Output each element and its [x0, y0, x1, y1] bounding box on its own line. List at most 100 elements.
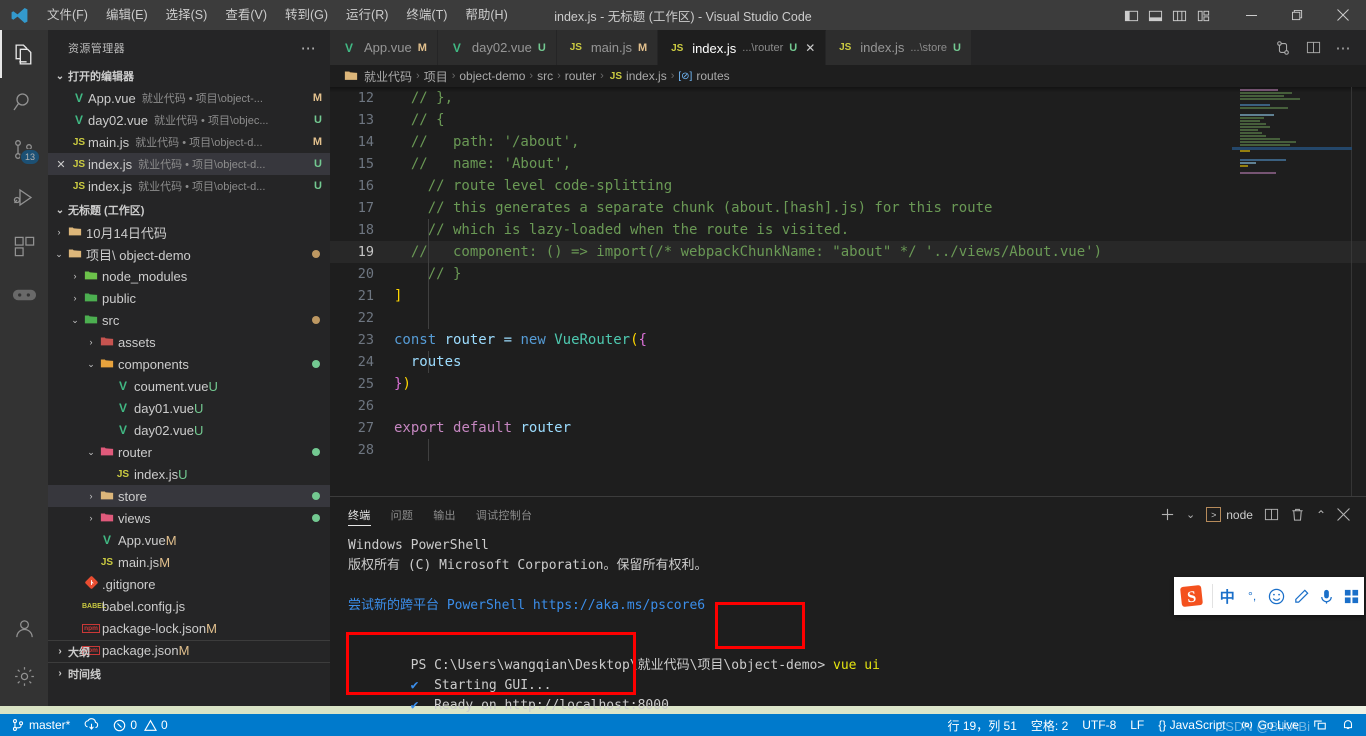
activity-source-control[interactable]: 13: [0, 126, 48, 174]
tree-item[interactable]: › 10月14日代码: [48, 221, 330, 243]
activity-extensions[interactable]: [0, 222, 48, 270]
tree-item[interactable]: .gitignore: [48, 573, 330, 595]
new-terminal-button[interactable]: [1156, 497, 1179, 532]
breadcrumb-item-0[interactable]: 就业代码: [364, 68, 412, 85]
menu-go[interactable]: 转到(G): [276, 0, 337, 30]
kill-terminal-trash-icon[interactable]: [1286, 497, 1309, 532]
tree-item[interactable]: ⌄ src: [48, 309, 330, 331]
customize-layout-icon[interactable]: [1192, 0, 1214, 30]
breadcrumb-item-1[interactable]: 项目: [424, 68, 448, 85]
status-cursor-position[interactable]: 行 19，列 51: [941, 714, 1024, 736]
open-editor-item[interactable]: JS index.js 就业代码 • 项目\object-d... U: [48, 175, 330, 197]
minimap[interactable]: [1232, 87, 1352, 498]
close-panel-icon[interactable]: [1333, 497, 1354, 532]
tree-item[interactable]: › public: [48, 287, 330, 309]
menu-view[interactable]: 查看(V): [216, 0, 276, 30]
tree-item[interactable]: › views: [48, 507, 330, 529]
status-problems[interactable]: 0 0: [106, 714, 174, 736]
editor-tab[interactable]: JS main.js M: [556, 30, 659, 65]
tree-item[interactable]: JS index.js U: [48, 463, 330, 485]
breadcrumb-symbol[interactable]: routes: [696, 69, 729, 83]
open-editor-item[interactable]: Vday02.vue 就业代码 • 项目\objec... U: [48, 109, 330, 131]
run-code-icon[interactable]: [1270, 30, 1296, 65]
tab-output[interactable]: 输出: [433, 497, 456, 532]
tree-item[interactable]: › assets: [48, 331, 330, 353]
ime-handwriting-pen-icon[interactable]: [1289, 577, 1314, 615]
open-editor-item[interactable]: ✕ JS index.js 就业代码 • 项目\object-d... U: [48, 153, 330, 175]
menu-file[interactable]: 文件(F): [38, 0, 97, 30]
tree-item[interactable]: npm package-lock.json M: [48, 617, 330, 639]
activity-accounts[interactable]: [0, 604, 48, 652]
editor-tab[interactable]: JS index.js ...\router U ✕: [658, 30, 827, 65]
status-sync-icon[interactable]: [77, 714, 106, 736]
activity-game[interactable]: [0, 270, 48, 318]
tab-terminal[interactable]: 终端: [348, 497, 371, 532]
menu-terminal[interactable]: 终端(T): [397, 0, 456, 30]
ime-toolbox-grid-icon[interactable]: [1339, 577, 1364, 615]
tree-item[interactable]: Vday01.vue U: [48, 397, 330, 419]
activity-settings-gear-icon[interactable]: [0, 652, 48, 700]
terminal-body[interactable]: Windows PowerShell 版权所有 (C) Microsoft Co…: [330, 532, 1366, 732]
editor-tab[interactable]: JS index.js ...\store U: [826, 30, 972, 65]
editor-tab[interactable]: V App.vue M: [330, 30, 438, 65]
menu-selection[interactable]: 选择(S): [157, 0, 217, 30]
sidebar-more-icon[interactable]: ⋯: [301, 39, 316, 57]
tab-debug-console[interactable]: 调试控制台: [476, 497, 533, 532]
editor-tab[interactable]: Vday02.vue U: [437, 30, 557, 65]
status-indentation[interactable]: 空格: 2: [1024, 714, 1075, 736]
tree-item[interactable]: BABEL babel.config.js: [48, 595, 330, 617]
sogou-ime-toolbar[interactable]: S 中 °,: [1174, 577, 1364, 615]
status-branch[interactable]: master*: [4, 714, 77, 736]
tree-item[interactable]: ⌄ router: [48, 441, 330, 463]
section-outline[interactable]: › 大纲: [48, 640, 330, 662]
tree-item[interactable]: Vday02.vue U: [48, 419, 330, 441]
terminal-selector[interactable]: > node: [1202, 507, 1257, 522]
activity-run-debug[interactable]: [0, 174, 48, 222]
new-terminal-dropdown-icon[interactable]: ⌄: [1182, 497, 1199, 532]
tree-item[interactable]: JS main.js M: [48, 551, 330, 573]
menu-run[interactable]: 运行(R): [337, 0, 397, 30]
menu-edit[interactable]: 编辑(E): [97, 0, 157, 30]
status-eol[interactable]: LF: [1123, 714, 1151, 736]
breadcrumb-item-2[interactable]: object-demo: [459, 69, 525, 83]
breadcrumb-item-5[interactable]: index.js: [626, 69, 667, 83]
ime-punctuation-button[interactable]: °,: [1240, 577, 1265, 615]
window-close-button[interactable]: [1320, 0, 1366, 30]
ime-voice-mic-icon[interactable]: [1314, 577, 1339, 615]
breadcrumb-item-3[interactable]: src: [537, 69, 553, 83]
close-icon[interactable]: ✕: [805, 41, 815, 55]
sogou-logo-icon[interactable]: S: [1174, 577, 1210, 615]
code-editor[interactable]: 12 // }, 13 // {14 // path: '/about', 15 /…: [330, 87, 1366, 498]
open-editor-item[interactable]: JS main.js 就业代码 • 项目\object-d... M: [48, 131, 330, 153]
ime-emoji-smiley-icon[interactable]: [1265, 577, 1290, 615]
tree-item[interactable]: V App.vue M: [48, 529, 330, 551]
section-open-editors[interactable]: ⌄ 打开的编辑器: [48, 65, 330, 87]
tree-item[interactable]: › store: [48, 485, 330, 507]
status-go-live[interactable]: Go Live: [1233, 714, 1306, 736]
toggle-panel-icon[interactable]: [1144, 0, 1166, 30]
menu-help[interactable]: 帮助(H): [456, 0, 516, 30]
window-maximize-button[interactable]: [1274, 0, 1320, 30]
status-encoding[interactable]: UTF-8: [1075, 714, 1123, 736]
section-workspace[interactable]: ⌄ 无标题 (工作区): [48, 199, 330, 221]
toggle-secondary-sidebar-icon[interactable]: [1168, 0, 1190, 30]
ime-language-button[interactable]: 中: [1215, 577, 1240, 615]
tree-item[interactable]: ⌄ components: [48, 353, 330, 375]
split-terminal-icon[interactable]: [1260, 497, 1283, 532]
section-timeline[interactable]: › 时间线: [48, 662, 330, 684]
open-editor-item[interactable]: V App.vue 就业代码 • 项目\object-... M: [48, 87, 330, 109]
activity-explorer[interactable]: [0, 30, 48, 78]
menu-bar[interactable]: 文件(F) 编辑(E) 选择(S) 查看(V) 转到(G) 运行(R) 终端(T…: [38, 0, 517, 30]
tree-item[interactable]: › node_modules: [48, 265, 330, 287]
tree-item[interactable]: Vcoument.vue U: [48, 375, 330, 397]
breadcrumb-item-4[interactable]: router: [565, 69, 596, 83]
split-editor-icon[interactable]: [1300, 30, 1326, 65]
tree-item[interactable]: ⌄ 项目\ object-demo: [48, 243, 330, 265]
more-actions-icon[interactable]: ⋯: [1330, 30, 1356, 65]
close-icon[interactable]: ✕: [52, 158, 70, 171]
maximize-panel-chevron-up-icon[interactable]: ⌃: [1312, 497, 1330, 532]
activity-search[interactable]: [0, 78, 48, 126]
status-language-mode[interactable]: {} JavaScript: [1151, 714, 1232, 736]
window-minimize-button[interactable]: [1228, 0, 1274, 30]
status-remote-icon[interactable]: [1306, 714, 1334, 736]
